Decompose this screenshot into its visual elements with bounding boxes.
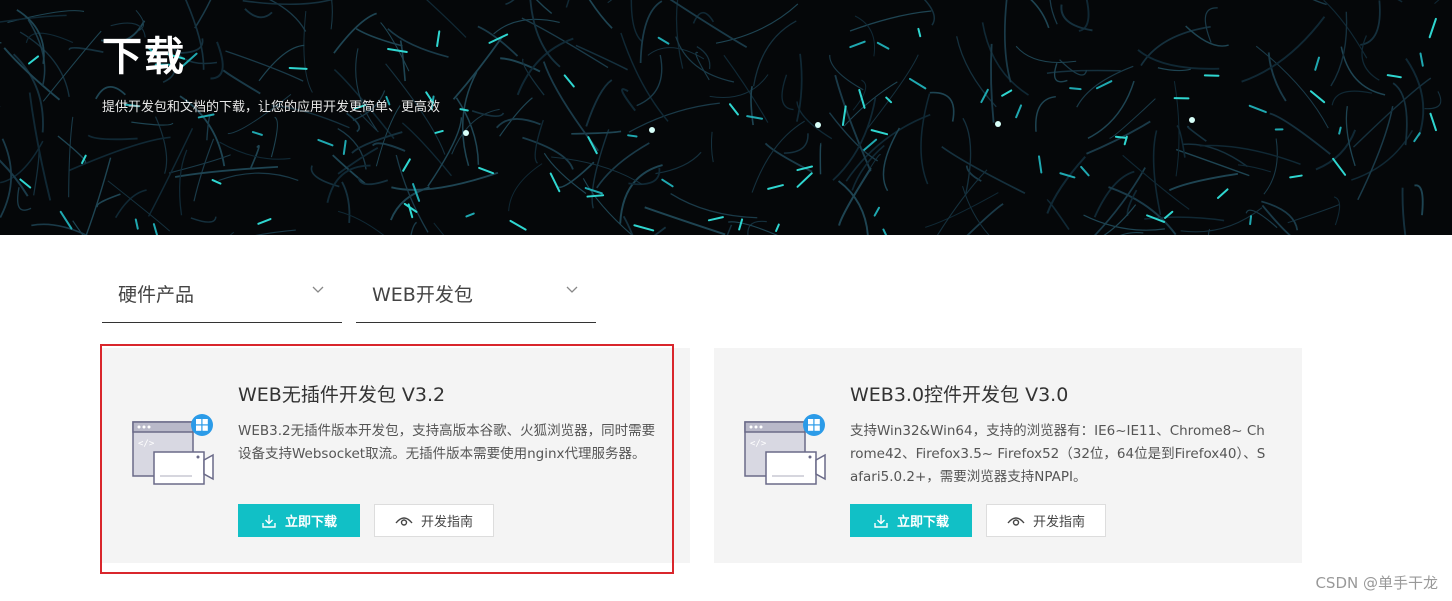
selection-highlight-box [100,344,674,574]
sdk-filter-label: WEB开发包 [372,284,473,306]
sdk-card-web-plugin: </> WEB3.0控件开发包 V3.0 支持Win32&Win64，支持的浏览… [714,348,1302,563]
svg-text:</>: </> [750,439,767,449]
watermark: CSDN @单手干龙 [1315,574,1438,592]
card-description: 支持Win32&Win64，支持的浏览器有：IE6~IE11、Chrome8~ … [850,423,1266,485]
hero-banner: 下载 提供开发包和文档的下载，让您的应用开发更简单、更高效 [0,0,1452,235]
product-filter-dropdown[interactable]: 硬件产品 [102,266,342,323]
download-icon [874,514,888,528]
download-button[interactable]: 立即下载 [850,504,972,537]
chevron-down-icon [312,286,324,293]
browser-video-icon: </> [744,414,826,485]
eye-icon [1007,516,1025,526]
dev-guide-button-label: 开发指南 [1032,515,1085,530]
product-filter-label: 硬件产品 [118,284,195,306]
sdk-filter-dropdown[interactable]: WEB开发包 [356,266,596,323]
page-title: 下载 [102,34,186,80]
download-button-label: 立即下载 [896,515,949,530]
dev-guide-button[interactable]: 开发指南 [986,504,1106,537]
page-subtitle: 提供开发包和文档的下载，让您的应用开发更简单、更高效 [102,100,441,115]
chevron-down-icon [566,286,578,293]
fiber-optic-background [0,0,1442,235]
card-title: WEB3.0控件开发包 V3.0 [850,384,1069,406]
